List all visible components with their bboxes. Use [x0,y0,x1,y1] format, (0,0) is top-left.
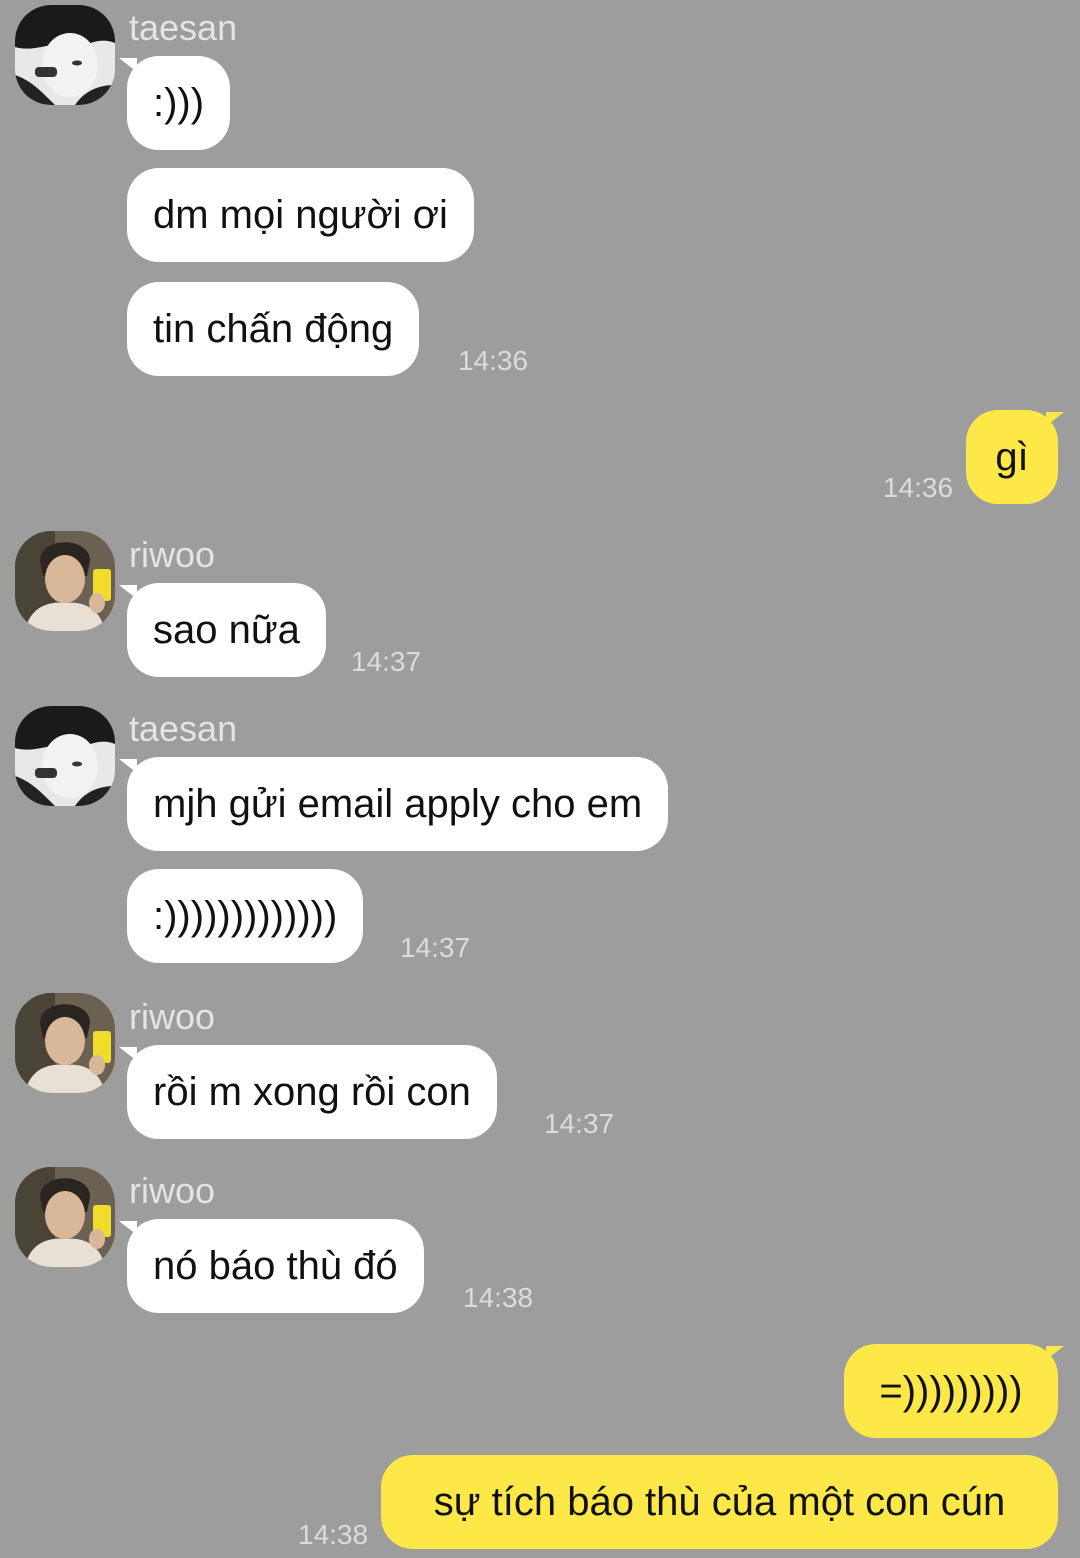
taesan-avatar-icon [15,706,115,806]
my-message-bubble[interactable]: gì [966,410,1058,504]
sender-name: riwoo [129,534,216,575]
avatar-taesan[interactable] [15,5,115,105]
avatar-riwoo[interactable] [15,993,115,1093]
sender-name: taesan [129,708,238,749]
riwoo-avatar-icon [15,1167,115,1267]
message-time: 14:37 [351,646,422,677]
riwoo-avatar-icon [15,993,115,1093]
message-time: 14:37 [400,932,471,963]
message-bubble[interactable]: mjh gửi email apply cho em [127,757,669,851]
message-bubble[interactable]: nó báo thù đó [127,1219,424,1313]
message-time: 14:38 [463,1282,534,1313]
taesan-avatar-icon [15,5,115,105]
avatar-riwoo[interactable] [15,1167,115,1267]
avatar-riwoo[interactable] [15,531,115,631]
message-time: 14:36 [458,345,529,376]
message-bubble[interactable]: sao nữa [127,583,326,677]
my-message-bubble[interactable]: =))))))))) [844,1344,1058,1438]
sender-name: riwoo [129,1170,216,1211]
message-time: 14:38 [298,1519,369,1550]
message-bubble[interactable]: rồi m xong rồi con [127,1045,497,1139]
bubble-tail [1046,412,1064,426]
message-bubble[interactable]: dm mọi người ơi [127,168,474,262]
message-bubble[interactable]: :))) [127,56,231,150]
my-message-bubble[interactable]: sự tích báo thù của một con cún [381,1455,1058,1549]
message-time: 14:36 [883,472,954,503]
message-time: 14:37 [544,1108,615,1139]
avatar-taesan[interactable] [15,706,115,806]
sender-name: riwoo [129,996,216,1037]
message-bubble[interactable]: tin chấn động [127,282,420,376]
riwoo-avatar-icon [15,531,115,631]
sender-name: taesan [129,7,238,48]
message-bubble[interactable]: :))))))))))))) [127,869,364,963]
bubble-tail [1046,1346,1064,1360]
